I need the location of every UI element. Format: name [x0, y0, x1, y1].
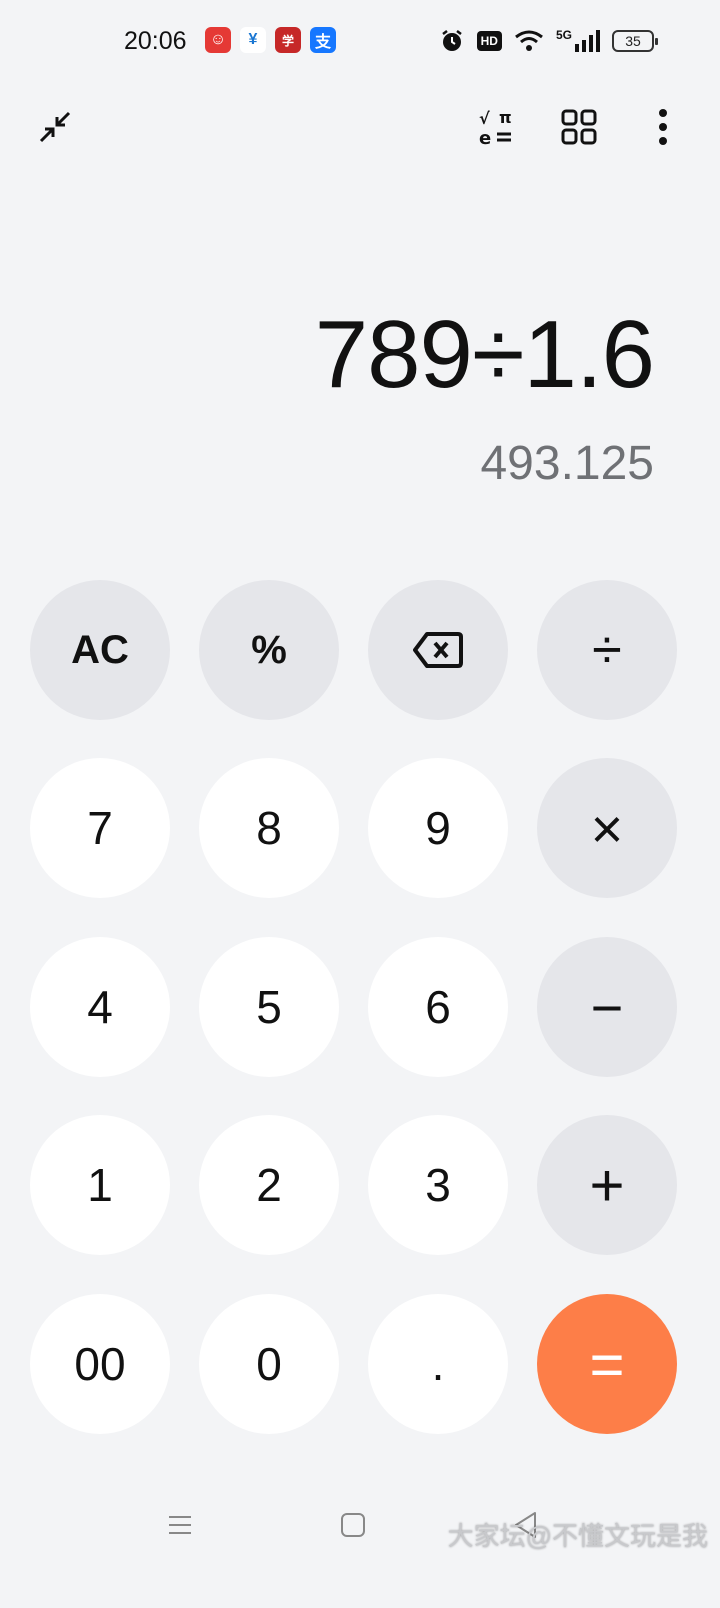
network-type-label: 5G	[555, 28, 572, 42]
percent-button[interactable]: %	[199, 580, 339, 720]
jd-app-icon: ☺	[205, 27, 231, 53]
scientific-mode-icon[interactable]: √ π e	[470, 100, 524, 154]
alarm-icon	[441, 30, 462, 51]
digit-1-button[interactable]: 1	[30, 1115, 170, 1255]
decimal-button[interactable]: .	[368, 1294, 508, 1434]
backspace-button[interactable]	[368, 580, 508, 720]
digit-8-button[interactable]: 8	[199, 758, 339, 898]
status-time: 20:06	[124, 27, 187, 55]
digit-0-button[interactable]: 0	[199, 1294, 339, 1434]
digit-2-button[interactable]: 2	[199, 1115, 339, 1255]
signal-icon	[575, 30, 600, 52]
watermark-text: 大家坛@不懂文玩是我	[447, 1521, 708, 1551]
double-zero-button[interactable]: 00	[30, 1294, 170, 1434]
divide-button[interactable]: ÷	[537, 580, 677, 720]
digit-6-button[interactable]: 6	[368, 937, 508, 1077]
equals-button[interactable]: =	[537, 1294, 677, 1434]
red-app-icon: 学	[275, 27, 301, 53]
digit-9-button[interactable]: 9	[368, 758, 508, 898]
digit-5-button[interactable]: 5	[199, 937, 339, 1077]
wifi-icon	[515, 30, 543, 51]
status-bar: 20:06 ☺ ¥ 学 支 HD 5G 35	[0, 0, 720, 84]
digit-4-button[interactable]: 4	[30, 937, 170, 1077]
backspace-icon	[413, 632, 463, 668]
alipay-icon: 支	[310, 27, 336, 53]
collapse-icon[interactable]	[28, 100, 82, 154]
digit-7-button[interactable]: 7	[30, 758, 170, 898]
system-icons: HD 5G 35	[439, 26, 658, 56]
multiply-button[interactable]: ×	[537, 758, 677, 898]
add-button[interactable]: +	[537, 1115, 677, 1255]
svg-text:π: π	[499, 108, 512, 127]
menu-icon[interactable]	[160, 1505, 200, 1545]
svg-text:√: √	[479, 109, 490, 128]
result-display: 493.125	[480, 437, 654, 490]
expression-display: 789÷1.6	[314, 301, 655, 408]
calculator-screen: 20:06 ☺ ¥ 学 支 HD 5G 35 √ π e 789÷1.6 493…	[0, 0, 720, 1608]
clear-button[interactable]: AC	[30, 580, 170, 720]
yang-app-icon: ¥	[240, 27, 266, 53]
more-vert-icon[interactable]	[636, 100, 690, 154]
svg-text:e: e	[479, 128, 491, 147]
subtract-button[interactable]: −	[537, 937, 677, 1077]
digit-3-button[interactable]: 3	[368, 1115, 508, 1255]
home-square-icon[interactable]	[333, 1505, 373, 1545]
battery-indicator: 35	[612, 30, 658, 52]
hd-badge: HD	[476, 31, 502, 51]
grid-icon[interactable]	[552, 100, 606, 154]
